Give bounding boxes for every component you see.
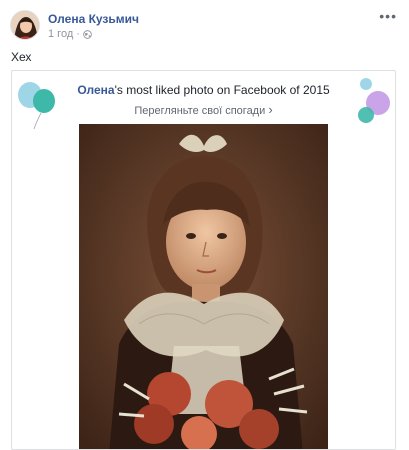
card-title: Олена's most liked photo on Facebook of … xyxy=(12,83,395,97)
more-options-icon[interactable]: ••• xyxy=(379,8,397,24)
memory-card[interactable]: Олена's most liked photo on Facebook of … xyxy=(11,70,396,450)
chevron-right-icon: › xyxy=(268,102,273,117)
avatar-image xyxy=(11,11,39,39)
see-memories-link[interactable]: Перегляньте свої спогади › xyxy=(12,102,395,117)
bubbles-icon xyxy=(358,78,390,123)
post-header: Олена Кузьмич 1 год · ••• xyxy=(10,8,405,42)
globe-icon[interactable] xyxy=(83,29,92,39)
girl-portrait-image xyxy=(79,124,328,449)
card-title-text: 's most liked photo on Facebook of 2015 xyxy=(114,83,330,97)
post-meta: 1 год · xyxy=(48,28,92,40)
memory-photo[interactable] xyxy=(79,124,328,449)
see-memories-label: Перегляньте свої спогади xyxy=(134,105,266,117)
post-text: Хех xyxy=(11,50,32,64)
card-title-name[interactable]: Олена xyxy=(77,83,114,97)
meta-separator: · xyxy=(76,28,80,40)
avatar[interactable] xyxy=(10,10,40,40)
timestamp[interactable]: 1 год xyxy=(48,28,73,40)
author-name[interactable]: Олена Кузьмич xyxy=(48,12,139,26)
